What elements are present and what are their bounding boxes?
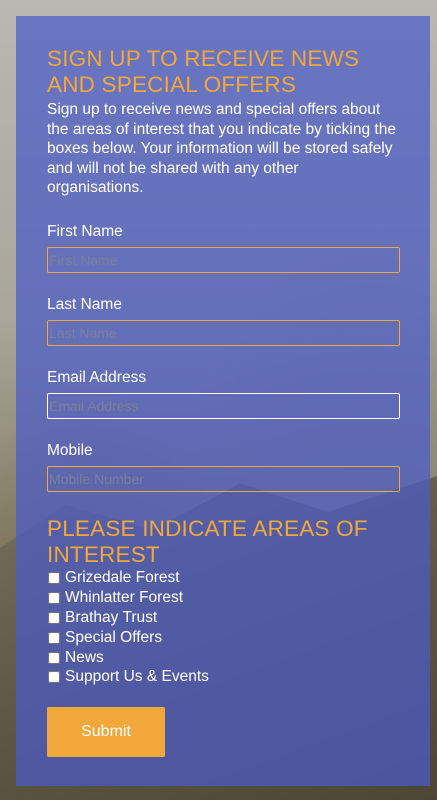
interest-support-us-events[interactable]: Support Us & Events [47, 667, 399, 687]
interest-whinlatter-forest[interactable]: Whinlatter Forest [47, 588, 399, 608]
interest-brathay-trust-checkbox[interactable] [48, 611, 60, 624]
last-name-input[interactable] [47, 319, 400, 346]
mobile-label: Mobile [47, 441, 93, 459]
interest-label: Special Offers [65, 628, 163, 646]
interest-grizedale-forest-checkbox[interactable] [48, 572, 60, 585]
interests-title: PLEASE INDICATE AREAS OF INTEREST [47, 515, 368, 567]
interest-grizedale-forest[interactable]: Grizedale Forest [47, 569, 399, 589]
signup-title: SIGN UP TO RECEIVE NEWS AND SPECIAL OFFE… [47, 46, 360, 97]
interest-label: Support Us & Events [65, 668, 209, 686]
interest-label: Whinlatter Forest [65, 589, 184, 607]
last-name-label: Last Name [47, 295, 122, 313]
submit-button[interactable]: Submit [47, 707, 165, 758]
interest-label: Brathay Trust [65, 608, 158, 626]
mobile-input[interactable] [47, 465, 400, 492]
interest-news[interactable]: News [47, 648, 399, 668]
signup-form: SIGN UP TO RECEIVE NEWS AND SPECIAL OFFE… [16, 16, 430, 786]
email-input[interactable] [47, 392, 400, 419]
interest-label: News [65, 648, 104, 666]
interest-label: Grizedale Forest [65, 569, 180, 587]
interest-brathay-trust[interactable]: Brathay Trust [47, 608, 399, 628]
interest-special-offers-checkbox[interactable] [48, 631, 60, 644]
signup-intro: Sign up to receive news and special offe… [47, 101, 396, 196]
interest-support-us-events-checkbox[interactable] [48, 671, 60, 684]
interest-whinlatter-forest-checkbox[interactable] [48, 592, 60, 605]
email-label: Email Address [47, 368, 147, 386]
interest-news-checkbox[interactable] [48, 651, 60, 664]
interests-list: Grizedale Forest Whinlatter Forest Brath… [47, 569, 399, 688]
interest-special-offers[interactable]: Special Offers [47, 628, 399, 648]
first-name-label: First Name [47, 222, 123, 240]
first-name-input[interactable] [47, 246, 400, 273]
